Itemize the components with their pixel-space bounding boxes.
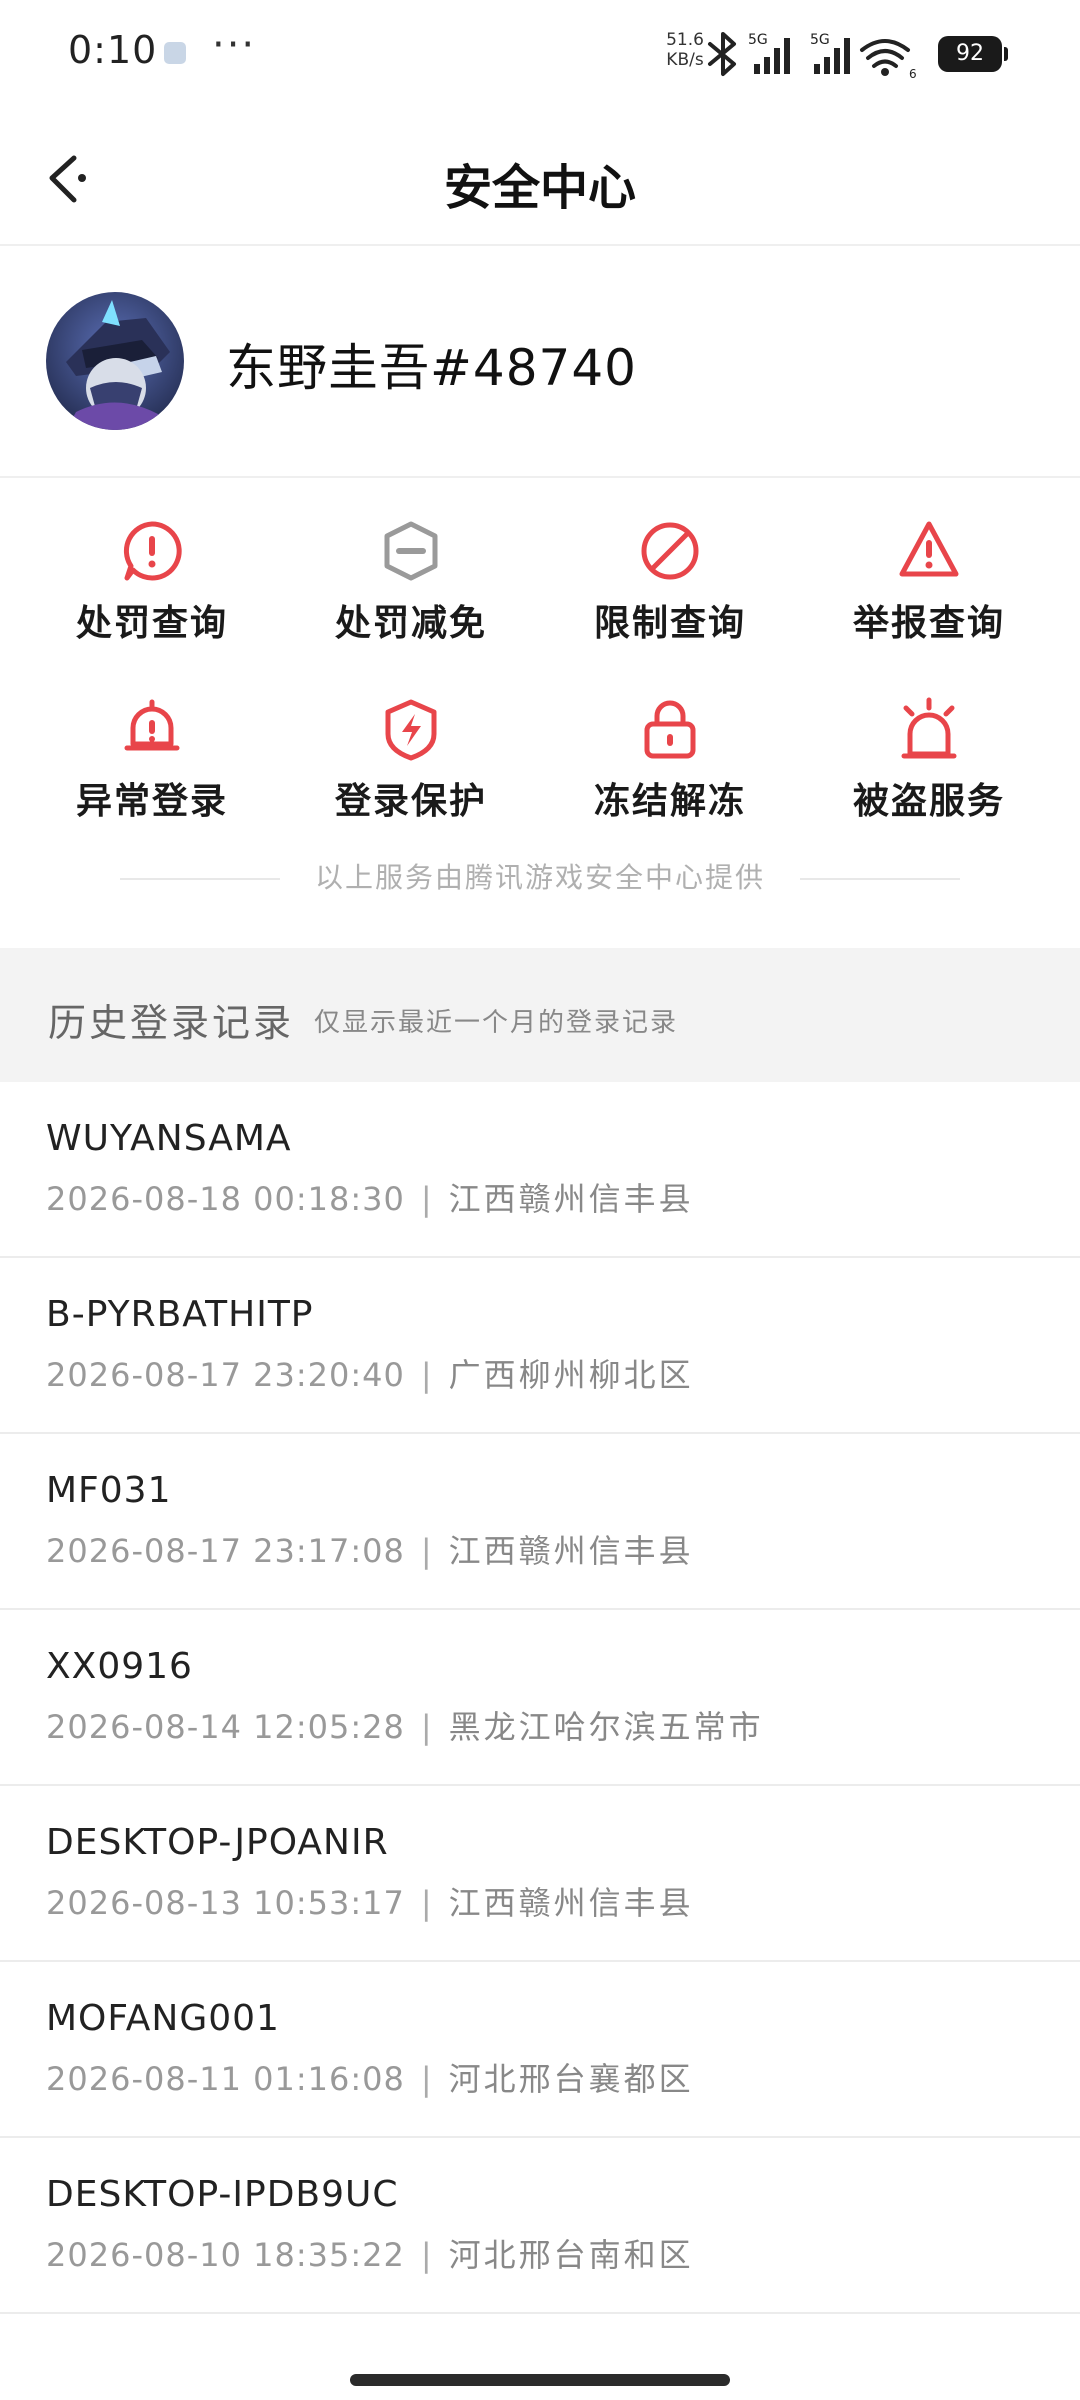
lock-icon [644, 700, 696, 759]
wifi-icon [860, 39, 910, 68]
service-freeze-unfreeze[interactable]: 冻结解冻 [540, 696, 800, 846]
login-record: WUYANSAMA 2026-08-18 00:18:30 | 江西赣州信丰县 [0, 1082, 1080, 1258]
history-subtitle: 仅显示最近一个月的登录记录 [314, 1008, 679, 1038]
service-label: 处罚查询 [75, 603, 228, 644]
prohibited-icon [641, 522, 699, 580]
bluetooth-icon [708, 32, 736, 76]
service-stolen-account[interactable]: 被盗服务 [799, 696, 1059, 846]
login-meta: 2026-08-18 00:18:30 | 江西赣州信丰县 [46, 1174, 694, 1220]
shield-bolt-icon [385, 699, 437, 761]
service-label: 限制查询 [593, 603, 746, 644]
device-name: DESKTOP-IPDB9UC [46, 2174, 399, 2215]
service-label: 冻结解冻 [593, 781, 746, 822]
service-report-query[interactable]: 举报查询 [799, 518, 1059, 668]
battery-indicator: 92 [938, 36, 1008, 72]
avatar[interactable] [46, 292, 184, 430]
login-location: 河北邢台南和区 [448, 2236, 694, 2274]
history-section-header: 历史登录记录 仅显示最近一个月的登录记录 [0, 948, 1080, 1082]
login-meta: 2026-08-10 18:35:22 | 河北邢台南和区 [46, 2230, 694, 2276]
warning-triangle-icon [899, 521, 959, 577]
service-label: 举报查询 [852, 603, 1005, 644]
service-penalty-query[interactable]: 处罚查询 [22, 518, 282, 668]
service-abnormal-login[interactable]: 异常登录 [22, 696, 282, 846]
login-time: 2026-08-11 01:16:08 [46, 2060, 405, 2098]
services-grid: 处罚查询 处罚减免 限制查询 举报查询 异常登录 登录保护 冻结解冻 被盗服务 … [0, 478, 1080, 946]
login-record: DESKTOP-JPOANIR 2026-08-13 10:53:17 | 江西赣州… [0, 1786, 1080, 1962]
notification-app-icon [164, 42, 186, 64]
siren-icon [901, 697, 957, 759]
login-record-list: WUYANSAMA 2026-08-18 00:18:30 | 江西赣州信丰县 B-… [0, 1082, 1080, 2314]
separator: | [420, 2236, 433, 2274]
device-name: MOFANG001 [46, 1998, 280, 2039]
device-name: MF031 [46, 1470, 172, 1511]
login-record: XX0916 2026-08-14 12:05:28 | 黑龙江哈尔滨五常市 [0, 1610, 1080, 1786]
service-login-protection[interactable]: 登录保护 [281, 696, 541, 846]
status-bar: 0:10 ··· 51.6 KB/s 5G 5G 6 92 [0, 0, 1080, 110]
wifi-band: 6 [909, 67, 917, 80]
alarm-bell-icon [124, 699, 180, 751]
separator: | [420, 1708, 433, 1746]
login-location: 广西柳州柳北区 [448, 1356, 694, 1394]
separator: | [420, 1180, 433, 1218]
status-icons: 5G 5G 6 [708, 32, 917, 80]
device-name: DESKTOP-JPOANIR [46, 1822, 389, 1863]
page-title: 安全中心 [443, 160, 636, 216]
login-location: 黑龙江哈尔滨五常市 [448, 1708, 764, 1746]
device-name: WUYANSAMA [46, 1118, 292, 1159]
login-meta: 2026-08-17 23:20:40 | 广西柳州柳北区 [46, 1350, 694, 1396]
history-title: 历史登录记录 [48, 1001, 295, 1045]
login-meta: 2026-08-11 01:16:08 | 河北邢台襄都区 [46, 2054, 694, 2100]
separator: | [420, 1356, 433, 1394]
login-meta: 2026-08-13 10:53:17 | 江西赣州信丰县 [46, 1878, 694, 1924]
exclamation-bubble-icon [123, 521, 182, 581]
sim2-label: 5G [810, 32, 830, 48]
login-location: 江西赣州信丰县 [448, 1180, 694, 1218]
login-time: 2026-08-17 23:20:40 [46, 1356, 405, 1394]
device-name: XX0916 [46, 1646, 193, 1687]
reduce-badge-icon [384, 521, 438, 581]
status-time: 0:10 [68, 28, 158, 72]
login-time: 2026-08-17 23:17:08 [46, 1532, 405, 1570]
separator: | [420, 1884, 433, 1922]
login-record: MOFANG001 2026-08-11 01:16:08 | 河北邢台襄都区 [0, 1962, 1080, 2138]
separator: | [420, 1532, 433, 1570]
login-meta: 2026-08-14 12:05:28 | 黑龙江哈尔滨五常市 [46, 1702, 764, 1748]
service-label: 登录保护 [334, 781, 487, 822]
login-time: 2026-08-18 00:18:30 [46, 1180, 405, 1218]
login-location: 江西赣州信丰县 [448, 1884, 694, 1922]
login-meta: 2026-08-17 23:17:08 | 江西赣州信丰县 [46, 1526, 694, 1572]
service-label: 异常登录 [75, 781, 228, 822]
login-time: 2026-08-10 18:35:22 [46, 2236, 405, 2274]
login-record: MF031 2026-08-17 23:17:08 | 江西赣州信丰县 [0, 1434, 1080, 1610]
more-notifications-icon: ··· [212, 22, 257, 68]
provider-note: 以上服务由腾讯游戏安全中心提供 [0, 856, 1080, 896]
username: 东野圭吾#48740 [226, 339, 637, 397]
device-name: B-PYRBATHITP [46, 1294, 314, 1335]
login-time: 2026-08-13 10:53:17 [46, 1884, 405, 1922]
provider-note-text: 以上服务由腾讯游戏安全中心提供 [290, 856, 789, 896]
home-indicator[interactable] [350, 2374, 730, 2386]
separator: | [420, 2060, 433, 2098]
service-penalty-reduction[interactable]: 处罚减免 [281, 518, 541, 668]
login-location: 河北邢台襄都区 [448, 2060, 694, 2098]
game-character-avatar [46, 292, 184, 430]
profile-card: 东野圭吾#48740 [0, 246, 1080, 478]
login-location: 江西赣州信丰县 [448, 1532, 694, 1570]
sim1-label: 5G [748, 32, 768, 48]
login-time: 2026-08-14 12:05:28 [46, 1708, 405, 1746]
login-record: DESKTOP-IPDB9UC 2026-08-10 18:35:22 | 河北邢台… [0, 2138, 1080, 2314]
header: 安全中心 [0, 110, 1080, 246]
service-label: 处罚减免 [334, 603, 487, 644]
login-record: B-PYRBATHITP 2026-08-17 23:20:40 | 广西柳州柳北区 [0, 1258, 1080, 1434]
service-restriction-query[interactable]: 限制查询 [540, 518, 800, 668]
service-label: 被盗服务 [852, 781, 1005, 822]
